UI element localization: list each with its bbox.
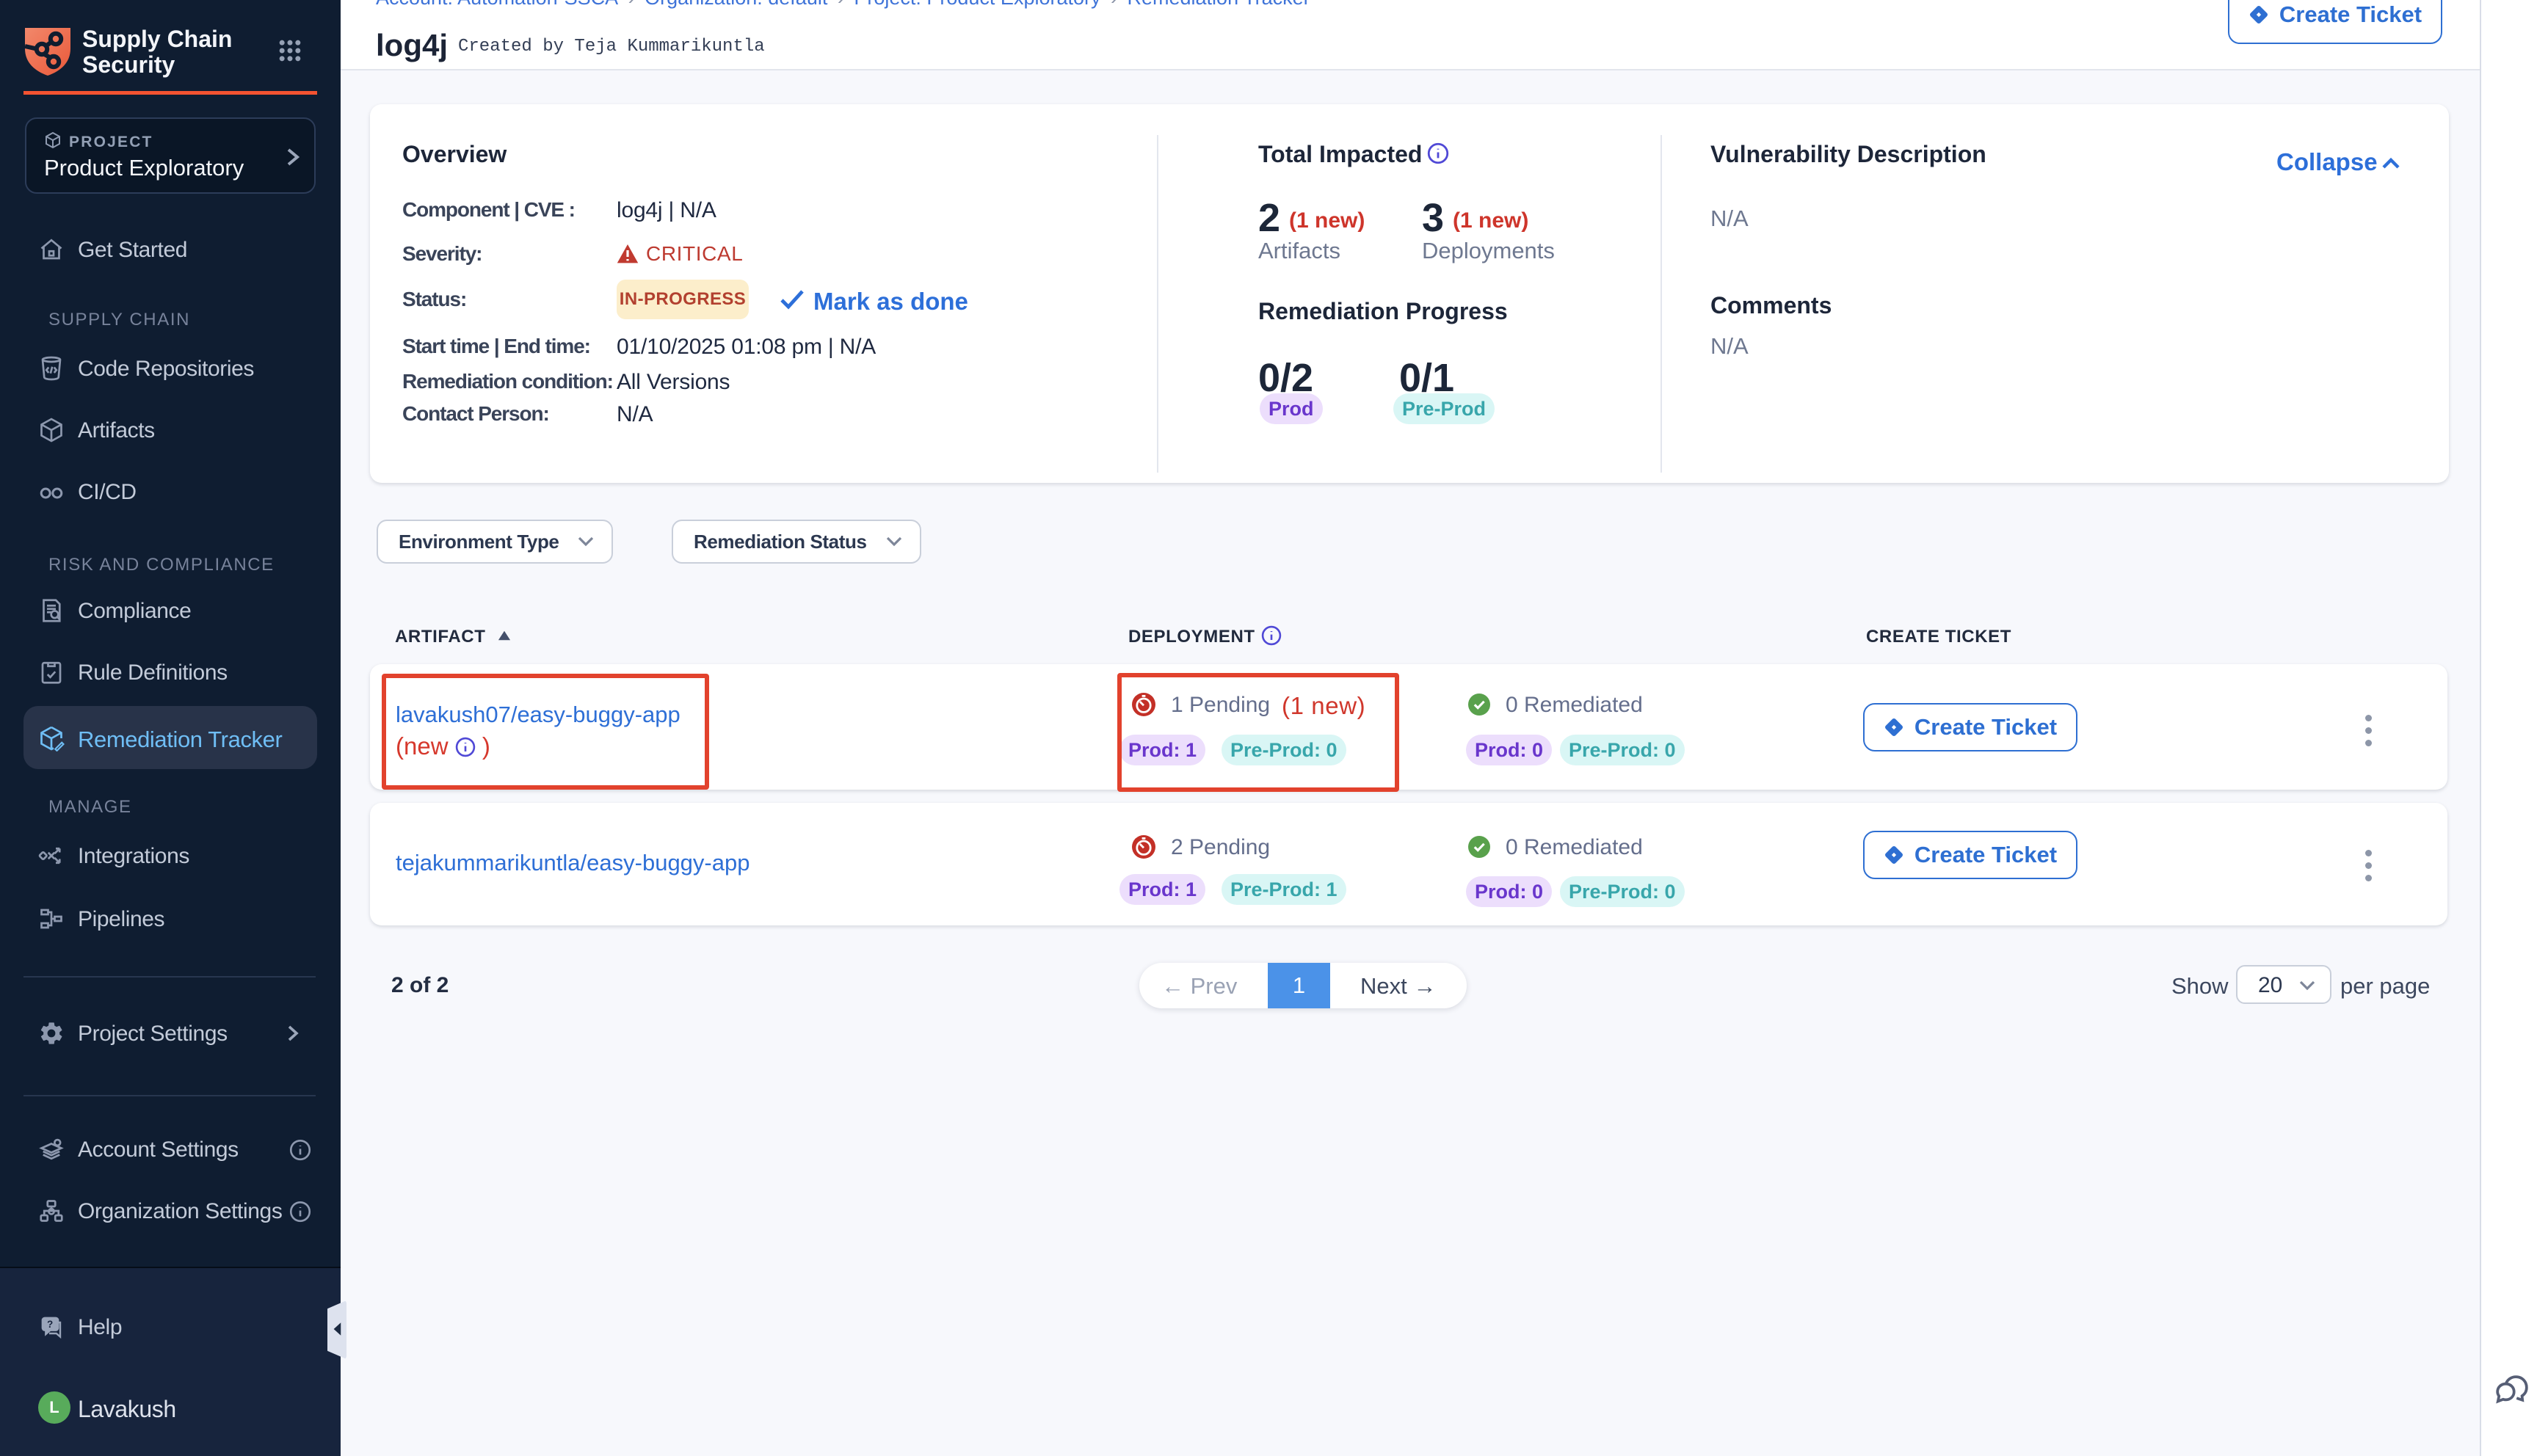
svg-text:?: ? (47, 1319, 53, 1330)
